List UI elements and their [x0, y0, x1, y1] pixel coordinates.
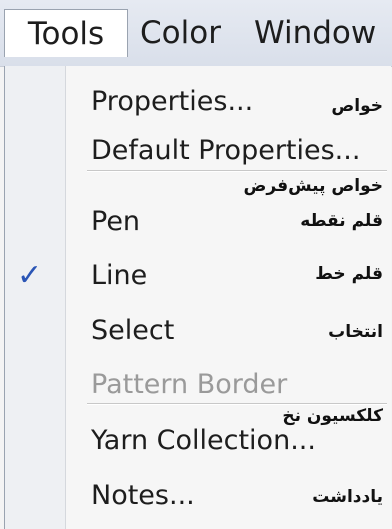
- menu-item-yarn-collection[interactable]: Yarn Collection...: [91, 425, 316, 456]
- annotation-pen: قلم نقطه: [300, 211, 383, 231]
- annotation-properties: خواص: [331, 96, 383, 116]
- menu-bar: Tools Color Window: [0, 0, 392, 67]
- menu-separator: [87, 403, 387, 405]
- menu-window[interactable]: Window: [248, 9, 382, 57]
- menu-item-notes[interactable]: Notes...: [91, 480, 195, 511]
- menu-separator: [87, 170, 387, 172]
- menu-item-pen[interactable]: Pen: [91, 206, 140, 237]
- app-screen: Tools Color Window Properties... خواص De…: [0, 0, 392, 529]
- menu-tools[interactable]: Tools: [4, 9, 128, 57]
- annotation-line: قلم خط: [315, 264, 383, 284]
- tools-dropdown-menu: Properties... خواص Default Properties...…: [4, 66, 391, 529]
- annotation-yarn-collection: کلکسیون نخ: [282, 406, 383, 426]
- checkmark-icon: ✓: [17, 258, 43, 293]
- menu-item-select[interactable]: Select: [91, 315, 174, 346]
- annotation-notes: یادداشت: [312, 487, 383, 507]
- check-gutter: [5, 66, 66, 529]
- menu-item-properties[interactable]: Properties...: [91, 86, 253, 117]
- menu-item-line[interactable]: Line: [91, 260, 147, 291]
- annotation-default-properties: خواص پیش‌فرض: [243, 176, 383, 196]
- menu-item-pattern-border: Pattern Border: [91, 369, 288, 400]
- menu-item-default-properties[interactable]: Default Properties...: [91, 135, 360, 166]
- annotation-select: انتخاب: [328, 322, 383, 342]
- menu-color[interactable]: Color: [134, 9, 227, 57]
